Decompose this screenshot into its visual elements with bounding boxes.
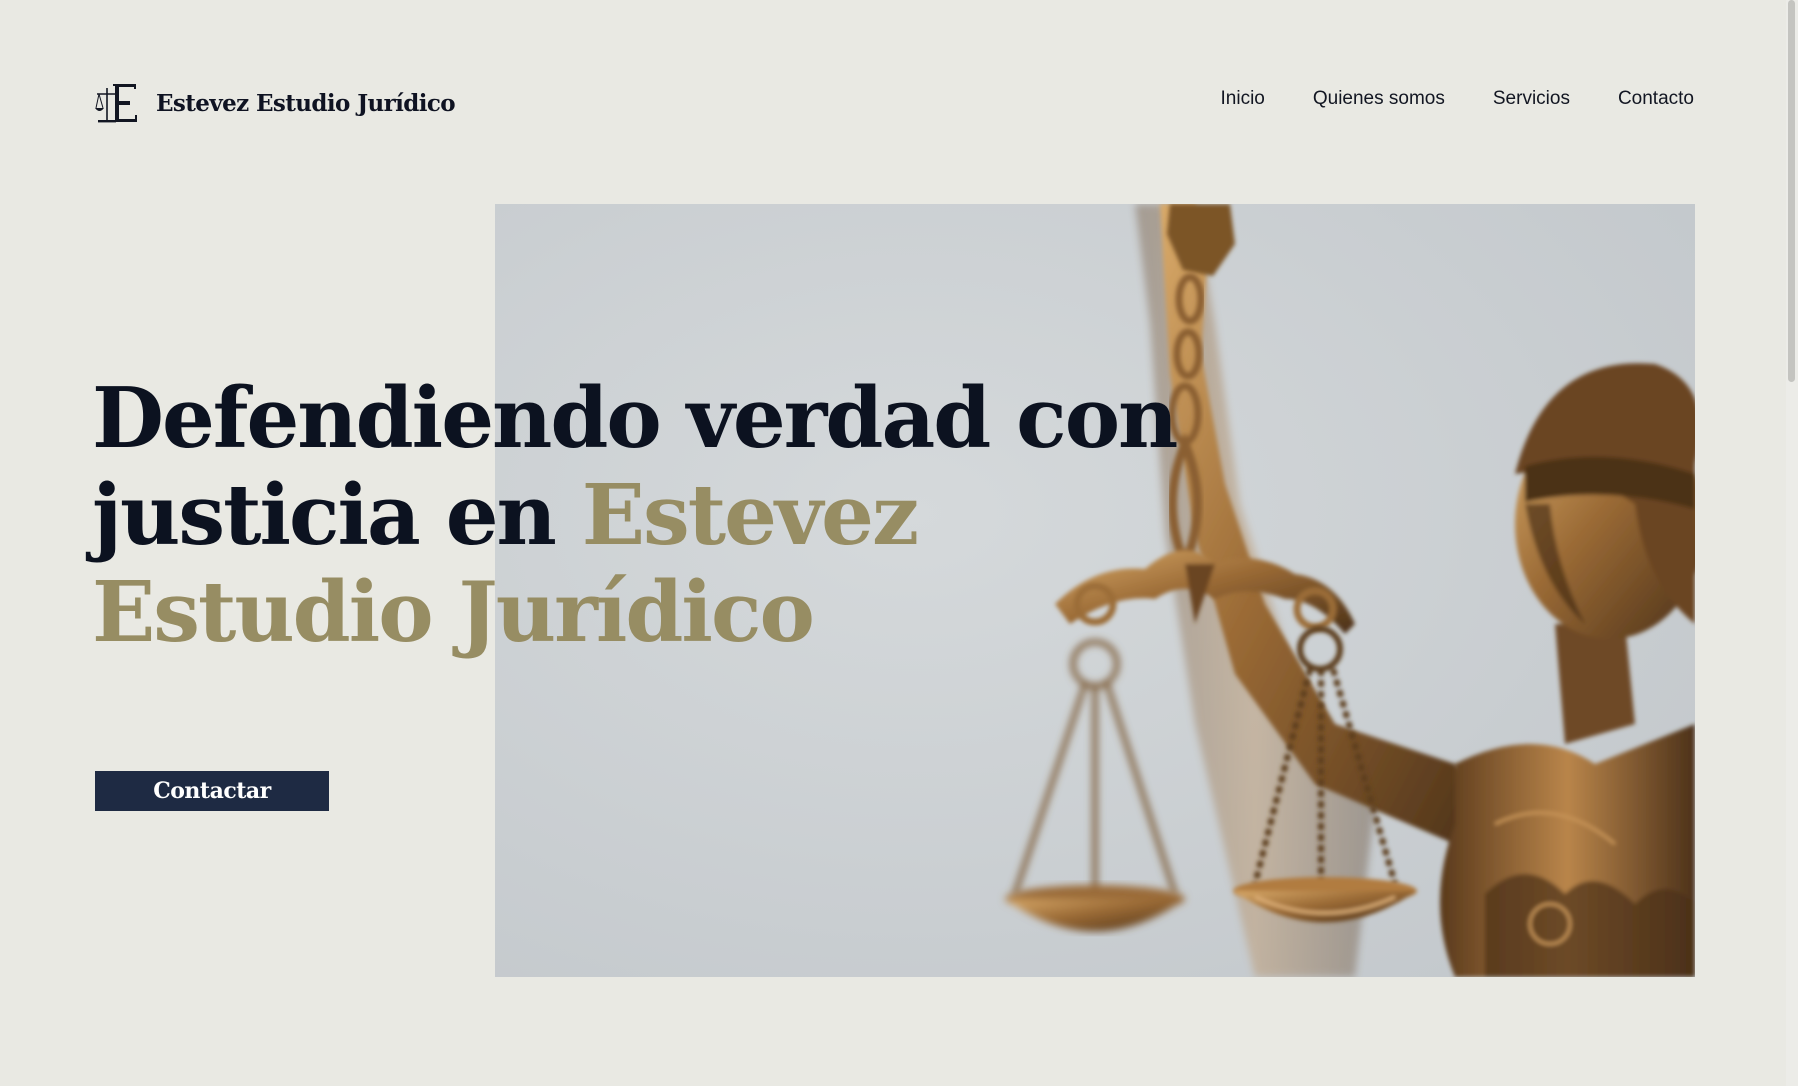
hero-headline: Defendiendo verdad con justicia en Estev… (92, 370, 1242, 661)
page-scrollbar[interactable] (1786, 0, 1798, 1086)
nav-item-contacto[interactable]: Contacto (1618, 88, 1694, 110)
scrollbar-thumb[interactable] (1788, 0, 1795, 382)
nav-item-servicios[interactable]: Servicios (1493, 88, 1570, 110)
nav-item-quienes-somos[interactable]: Quienes somos (1313, 88, 1445, 110)
contactar-button[interactable]: Contactar (95, 771, 329, 811)
scales-of-justice-e-monogram-icon (95, 84, 137, 123)
main-nav: Inicio Quienes somos Servicios Contacto (1221, 88, 1695, 110)
brand-logo-link[interactable]: Estevez Estudio Jurídico (95, 80, 456, 126)
nav-item-inicio[interactable]: Inicio (1221, 88, 1265, 110)
brand-name: Estevez Estudio Jurídico (156, 89, 456, 117)
